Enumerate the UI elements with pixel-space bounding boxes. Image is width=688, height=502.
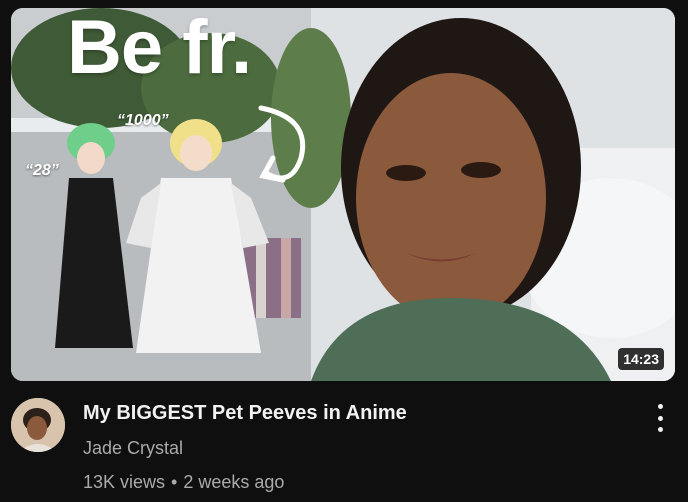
thumbnail-label-left: “28” xyxy=(25,162,59,179)
upload-age: 2 weeks ago xyxy=(183,472,285,492)
video-title[interactable]: My BIGGEST Pet Peeves in Anime xyxy=(83,402,407,425)
vertical-ellipsis-icon-dot xyxy=(657,415,663,421)
video-meta: My BIGGEST Pet Peeves in Anime Jade Crys… xyxy=(11,398,675,502)
duration-badge: 14:23 xyxy=(618,348,664,370)
channel-avatar[interactable] xyxy=(11,398,65,452)
video-thumbnail[interactable]: Be fr. “28” “1000” 14:23 xyxy=(11,8,675,381)
view-count: 13K views xyxy=(83,472,166,492)
stats-separator: • xyxy=(171,472,178,492)
more-actions-button[interactable] xyxy=(653,402,667,434)
vertical-ellipsis-icon xyxy=(657,404,663,409)
thumbnail-label-right: “1000” xyxy=(117,112,169,129)
vertical-ellipsis-icon-dot xyxy=(657,427,663,432)
channel-name[interactable]: Jade Crystal xyxy=(83,438,183,459)
avatar-image xyxy=(11,398,65,452)
thumbnail-overlay-text: Be fr. xyxy=(67,8,252,90)
video-stats: 13K views • 2 weeks ago xyxy=(83,472,284,493)
